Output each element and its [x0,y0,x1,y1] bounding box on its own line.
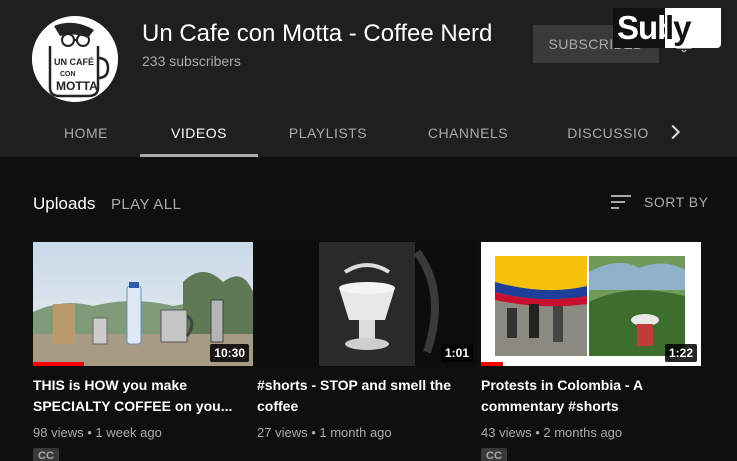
tab-home[interactable]: HOME [56,108,116,157]
sort-by-button[interactable]: SORT BY [610,193,708,211]
tab-playlists[interactable]: PLAYLISTS [282,108,374,157]
play-all-button[interactable]: PLAY ALL [111,196,181,213]
video-duration: 10:30 [210,344,249,362]
video-meta: 27 views • 1 month ago [257,425,392,440]
video-card[interactable]: 10:30 THIS is HOW you make SPECIALTY COF… [33,242,253,461]
channel-avatar[interactable]: UN CAFÉ CON MOTTA [32,16,118,102]
video-duration: 1:01 [440,344,473,362]
sort-icon [611,195,631,209]
svg-text:CON: CON [60,71,76,78]
video-title[interactable]: THIS is HOW you make SPECIALTY COFFEE on… [33,375,253,417]
tab-discussion[interactable]: DISCUSSIO [566,108,650,157]
video-title[interactable]: #shorts - STOP and smell the coffee [257,375,477,417]
uploads-heading: Uploads [33,194,96,213]
video-thumbnail[interactable]: 1:22 [481,242,701,366]
video-meta: 98 views • 1 week ago [33,425,162,440]
video-title[interactable]: Protests in Colombia - A commentary #sho… [481,375,701,417]
tab-channels[interactable]: CHANNELS [422,108,514,157]
sort-by-label: SORT BY [644,194,709,210]
video-thumbnail[interactable]: 10:30 [33,242,253,366]
video-meta: 43 views • 2 months ago [481,425,623,440]
channel-title: Un Cafe con Motta - Coffee Nerd [142,20,493,47]
tab-videos[interactable]: VIDEOS [140,108,258,157]
coffee-logo-icon: UN CAFÉ CON MOTTA [32,16,118,102]
cc-badge: CC [33,448,59,461]
video-card[interactable]: 1:01 #shorts - STOP and smell the coffee… [257,242,477,440]
channel-tabs: HOME VIDEOS PLAYLISTS CHANNELS DISCUSSIO [0,108,737,157]
chevron-right-icon[interactable] [664,121,686,143]
subscriber-count: 233 subscribers [142,53,241,69]
watch-progress-bar [481,362,503,366]
channel-header: UN CAFÉ CON MOTTA Un Cafe con Motta - Co… [0,0,737,157]
watch-progress-bar [33,362,84,366]
video-card[interactable]: 1:22 Protests in Colombia - A commentary… [481,242,701,461]
video-duration: 1:22 [664,344,697,362]
subly-watermark-logo: Sub ly [613,8,721,48]
video-thumbnail[interactable]: 1:01 [257,242,477,366]
cc-badge: CC [481,448,507,461]
svg-text:MOTTA: MOTTA [56,79,98,93]
svg-text:UN CAFÉ: UN CAFÉ [54,57,94,67]
